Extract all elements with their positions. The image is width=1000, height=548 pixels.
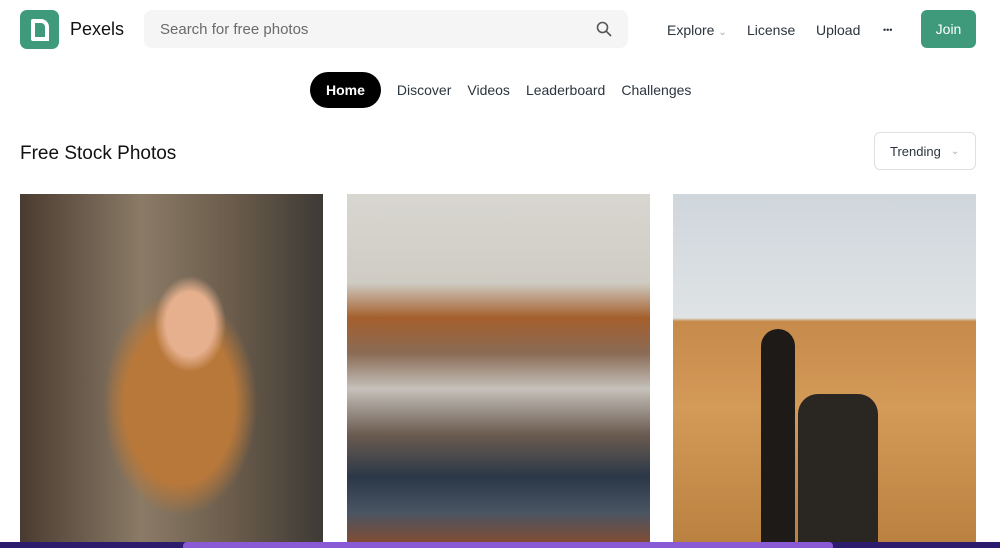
nav-upload[interactable]: Upload bbox=[816, 22, 860, 38]
top-bar: Pexels Explore ⌄ License Upload ••• Join bbox=[0, 0, 1000, 60]
figure-woman bbox=[761, 329, 795, 548]
figure-man bbox=[798, 394, 878, 548]
section-tabs: Home Discover Videos Leaderboard Challen… bbox=[310, 72, 699, 108]
search-icon[interactable] bbox=[596, 21, 612, 37]
more-icon[interactable]: ••• bbox=[883, 25, 892, 35]
nav-explore[interactable]: Explore ⌄ bbox=[667, 22, 727, 38]
photo-couple-by-fence[interactable] bbox=[673, 194, 976, 548]
bottom-banner bbox=[0, 542, 1000, 548]
photo-woman-curly-hair[interactable] bbox=[20, 194, 323, 548]
pexels-logo-icon[interactable] bbox=[20, 10, 59, 49]
search-input[interactable] bbox=[160, 20, 560, 38]
brand-name[interactable]: Pexels bbox=[70, 19, 124, 40]
nav-license[interactable]: License bbox=[747, 22, 795, 38]
page-title: Free Stock Photos bbox=[20, 143, 177, 164]
sort-value: Trending bbox=[890, 143, 941, 159]
photo-mountain-lake[interactable] bbox=[347, 194, 650, 548]
explore-label: Explore bbox=[667, 22, 715, 38]
tab-leaderboard[interactable]: Leaderboard bbox=[518, 72, 613, 108]
tab-discover[interactable]: Discover bbox=[389, 72, 459, 108]
join-button[interactable]: Join bbox=[921, 10, 976, 48]
tab-home[interactable]: Home bbox=[310, 72, 381, 108]
search-bar[interactable] bbox=[144, 10, 628, 48]
bottom-banner-inner bbox=[183, 542, 833, 548]
chevron-down-icon: ⌄ bbox=[950, 145, 960, 157]
tab-videos[interactable]: Videos bbox=[459, 72, 518, 108]
sort-dropdown[interactable]: Trending ⌄ bbox=[874, 132, 976, 170]
chevron-down-icon: ⌄ bbox=[718, 27, 727, 38]
tab-challenges[interactable]: Challenges bbox=[613, 72, 699, 108]
